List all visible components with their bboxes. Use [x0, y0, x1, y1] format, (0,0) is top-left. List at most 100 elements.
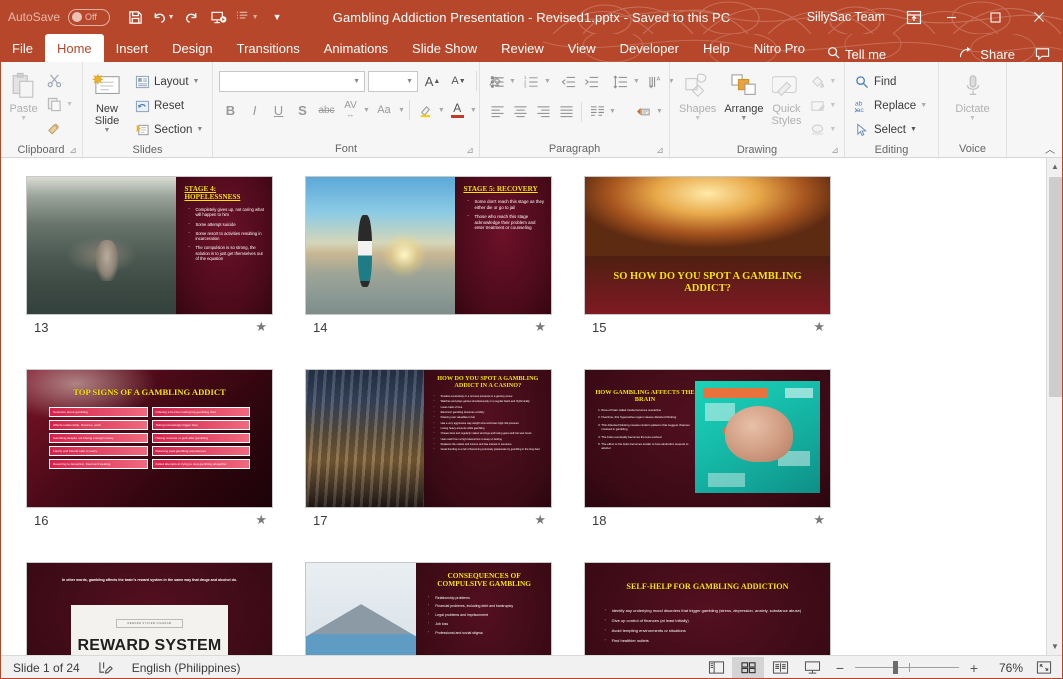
- slide-sorter-canvas[interactable]: STAGE 4: HOPELESSNESS Completely gives u…: [0, 158, 1046, 655]
- qat-dropdown-caret[interactable]: ▼: [252, 14, 259, 21]
- slide-thumbnail-15[interactable]: SO HOW DO YOU SPOT A GAMBLING ADDICT?: [584, 176, 831, 315]
- bullets-icon[interactable]: [486, 71, 508, 93]
- tell-me-search[interactable]: Tell me: [817, 46, 896, 62]
- new-slide-dropdown-caret[interactable]: ▼: [104, 127, 111, 134]
- scroll-up-arrow-icon[interactable]: ▲: [1047, 158, 1063, 175]
- slide-thumbnail-14[interactable]: STAGE 5: RECOVERY Some don't reach this …: [305, 176, 552, 315]
- underline-button[interactable]: U: [267, 99, 290, 122]
- quick-styles-button[interactable]: Quick Styles: [767, 67, 805, 129]
- replace-caret[interactable]: ▼: [920, 102, 927, 109]
- font-color-icon[interactable]: A: [446, 99, 469, 122]
- slide-counter[interactable]: Slide 1 of 24: [4, 656, 89, 679]
- slide-thumbnail-20[interactable]: CONSEQUENCES OF COMPULSIVE GAMBLING Rela…: [305, 562, 552, 655]
- collapse-ribbon-icon[interactable]: ︿: [1045, 141, 1055, 156]
- select-button[interactable]: Select ▼: [850, 118, 931, 141]
- slide-16-animation-star-icon[interactable]: ★: [255, 512, 267, 528]
- shape-fill-caret[interactable]: ▼: [829, 78, 836, 85]
- text-highlight-color-icon[interactable]: [414, 99, 437, 122]
- copy-button[interactable]: ▼: [42, 93, 77, 116]
- slide-thumbnail-17[interactable]: HOW DO YOU SPOT A GAMBLING ADDICT IN A C…: [305, 369, 552, 508]
- numbering-icon[interactable]: 1 2 3: [521, 71, 543, 93]
- text-direction-icon[interactable]: A: [645, 71, 667, 93]
- comments-icon[interactable]: [1027, 47, 1057, 61]
- slide-cell-14[interactable]: STAGE 5: RECOVERY Some don't reach this …: [305, 176, 552, 337]
- slide-thumbnail-21[interactable]: SELF-HELP FOR GAMBLING ADDICTION Identif…: [584, 562, 831, 655]
- strikethrough-button[interactable]: abc: [315, 99, 338, 122]
- slide-17-animation-star-icon[interactable]: ★: [534, 512, 546, 528]
- shapes-caret[interactable]: ▼: [694, 115, 701, 122]
- slide-thumbnail-19[interactable]: In other words, gambling affects the bra…: [26, 562, 273, 655]
- zoom-slider-track[interactable]: [855, 667, 959, 668]
- tab-design[interactable]: Design: [160, 34, 224, 62]
- redo-icon[interactable]: [178, 4, 204, 30]
- spelling-proofing-icon[interactable]: [89, 656, 123, 679]
- italic-button[interactable]: I: [243, 99, 266, 122]
- arrange-button[interactable]: Arrange ▼: [720, 67, 767, 124]
- columns-caret[interactable]: ▼: [609, 108, 616, 115]
- share-button[interactable]: Share: [947, 46, 1027, 62]
- paragraph-dialog-launcher[interactable]: ⊿: [655, 146, 665, 156]
- shape-outline-caret[interactable]: ▼: [829, 102, 836, 109]
- align-left-icon[interactable]: [486, 101, 508, 123]
- shape-fill-button[interactable]: ▼: [805, 70, 840, 93]
- slide-cell-21[interactable]: SELF-HELP FOR GAMBLING ADDICTION Identif…: [584, 562, 831, 655]
- align-center-icon[interactable]: [509, 101, 531, 123]
- line-spacing-caret[interactable]: ▼: [633, 78, 640, 85]
- align-right-icon[interactable]: [532, 101, 554, 123]
- highlight-color-caret[interactable]: ▼: [438, 107, 445, 114]
- slide-cell-19[interactable]: In other words, gambling affects the bra…: [26, 562, 273, 655]
- autosave-toggle[interactable]: Off: [68, 9, 110, 26]
- decrease-indent-icon[interactable]: [558, 71, 580, 93]
- text-shadow-button[interactable]: S: [291, 99, 314, 122]
- dictate-button[interactable]: Dictate ▼: [945, 67, 1001, 124]
- fit-slide-to-window-icon[interactable]: [1029, 657, 1059, 679]
- paste-button[interactable]: Paste ▼: [5, 67, 42, 124]
- tab-file[interactable]: File: [0, 34, 45, 62]
- tab-view[interactable]: View: [556, 34, 608, 62]
- tab-developer[interactable]: Developer: [608, 34, 691, 62]
- zoom-level-label[interactable]: 76%: [989, 661, 1023, 675]
- increase-indent-icon[interactable]: [581, 71, 603, 93]
- replace-button[interactable]: ab ac Replace ▼: [850, 94, 931, 117]
- zoom-control[interactable]: − + 76%: [828, 660, 1029, 676]
- slide-cell-16[interactable]: TOP SIGNS OF A GAMBLING ADDICT Secretive…: [26, 369, 273, 530]
- dictate-caret[interactable]: ▼: [969, 115, 976, 122]
- shape-effects-button[interactable]: ▼: [805, 118, 840, 141]
- slide-14-animation-star-icon[interactable]: ★: [534, 319, 546, 335]
- clipboard-dialog-launcher[interactable]: ⊿: [68, 146, 78, 156]
- language-indicator[interactable]: English (Philippines): [123, 656, 250, 679]
- tab-nitro-pro[interactable]: Nitro Pro: [742, 34, 817, 62]
- decrease-font-size-icon[interactable]: A▼: [447, 70, 470, 93]
- tab-slide-show[interactable]: Slide Show: [400, 34, 489, 62]
- layout-button[interactable]: Layout ▼: [130, 70, 207, 93]
- scroll-down-arrow-icon[interactable]: ▼: [1047, 638, 1063, 655]
- tab-help[interactable]: Help: [691, 34, 742, 62]
- zoom-slider-knob[interactable]: [893, 661, 898, 674]
- justify-icon[interactable]: [555, 101, 577, 123]
- scrollbar-thumb[interactable]: [1049, 177, 1062, 397]
- zoom-out-button[interactable]: −: [834, 660, 846, 676]
- slide-cell-17[interactable]: HOW DO YOU SPOT A GAMBLING ADDICT IN A C…: [305, 369, 552, 530]
- character-spacing-button[interactable]: AV ↔: [339, 99, 362, 122]
- customize-quick-access-icon[interactable]: ▼: [234, 4, 260, 30]
- reading-view-icon[interactable]: [764, 657, 796, 679]
- arrange-caret[interactable]: ▼: [740, 115, 747, 122]
- change-case-button[interactable]: Aa: [371, 99, 397, 122]
- layout-dropdown-caret[interactable]: ▼: [193, 78, 200, 85]
- slide-show-icon[interactable]: [796, 657, 828, 679]
- tab-transitions[interactable]: Transitions: [225, 34, 312, 62]
- convert-to-smartart-icon[interactable]: [633, 101, 655, 123]
- scrollbar-track[interactable]: [1047, 175, 1063, 638]
- minimize-icon[interactable]: [929, 0, 973, 34]
- close-icon[interactable]: [1017, 0, 1061, 34]
- find-button[interactable]: Find: [850, 70, 931, 93]
- slide-sorter-view-icon[interactable]: [732, 657, 764, 679]
- reset-button[interactable]: Reset: [130, 94, 207, 117]
- undo-icon[interactable]: ▼: [150, 4, 176, 30]
- bold-button[interactable]: B: [219, 99, 242, 122]
- normal-view-icon[interactable]: [700, 657, 732, 679]
- select-caret[interactable]: ▼: [910, 126, 917, 133]
- section-dropdown-caret[interactable]: ▼: [196, 126, 203, 133]
- slide-18-animation-star-icon[interactable]: ★: [813, 512, 825, 528]
- slide-thumbnail-16[interactable]: TOP SIGNS OF A GAMBLING ADDICT Secretive…: [26, 369, 273, 508]
